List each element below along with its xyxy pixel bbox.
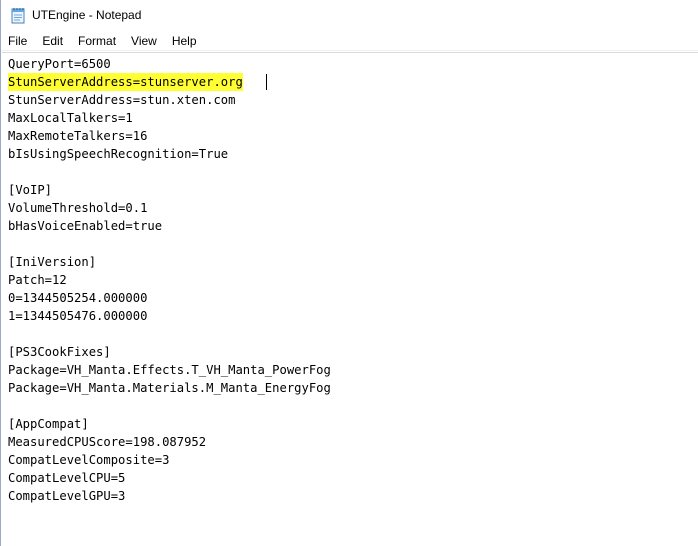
text-editor-area[interactable]: QueryPort=6500 StunServerAddress=stunser…: [2, 52, 698, 546]
text-line[interactable]: VolumeThreshold=0.1: [8, 199, 147, 217]
notepad-window: UTEngine - Notepad File Edit Format View…: [0, 0, 698, 546]
text-line[interactable]: StunServerAddress=stun.xten.com: [8, 91, 235, 109]
text-line-selected[interactable]: StunServerAddress=stunserver.org: [8, 73, 243, 91]
text-line[interactable]: [VoIP]: [8, 181, 52, 199]
menu-bar: File Edit Format View Help: [1, 31, 698, 51]
text-line[interactable]: MaxRemoteTalkers=16: [8, 127, 147, 145]
window-title: UTEngine - Notepad: [32, 8, 142, 22]
text-line[interactable]: CompatLevelComposite=3: [8, 451, 169, 469]
text-line[interactable]: [IniVersion]: [8, 253, 96, 271]
menu-help[interactable]: Help: [164, 31, 204, 51]
text-line[interactable]: CompatLevelCPU=5: [8, 469, 125, 487]
text-line[interactable]: CompatLevelGPU=3: [8, 487, 125, 505]
text-line[interactable]: bIsUsingSpeechRecognition=True: [8, 145, 228, 163]
text-line[interactable]: 0=1344505254.000000: [8, 289, 147, 307]
title-bar[interactable]: UTEngine - Notepad: [1, 0, 698, 31]
text-line[interactable]: MaxLocalTalkers=1: [8, 109, 133, 127]
text-line[interactable]: bHasVoiceEnabled=true: [8, 217, 162, 235]
menu-view[interactable]: View: [123, 31, 164, 51]
text-line[interactable]: QueryPort=6500: [8, 55, 111, 73]
notepad-icon: [11, 8, 25, 24]
menu-edit[interactable]: Edit: [34, 31, 70, 51]
menu-file[interactable]: File: [1, 31, 34, 51]
text-line[interactable]: Package=VH_Manta.Effects.T_VH_Manta_Powe…: [8, 361, 331, 379]
text-line[interactable]: 1=1344505476.000000: [8, 307, 147, 325]
text-line[interactable]: [AppCompat]: [8, 415, 89, 433]
menu-format[interactable]: Format: [70, 31, 123, 51]
text-line[interactable]: MeasuredCPUScore=198.087952: [8, 433, 206, 451]
text-line[interactable]: [PS3CookFixes]: [8, 343, 111, 361]
text-caret: [266, 74, 267, 90]
text-line[interactable]: Patch=12: [8, 271, 67, 289]
text-line[interactable]: Package=VH_Manta.Materials.M_Manta_Energ…: [8, 379, 331, 397]
